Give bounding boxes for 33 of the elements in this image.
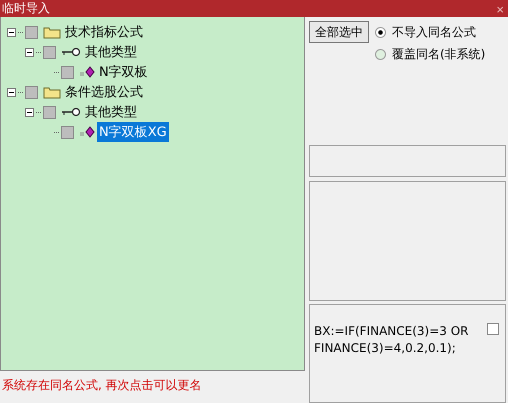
gem-icon [79, 66, 95, 78]
key-icon [61, 47, 81, 57]
collapse-icon[interactable] [7, 28, 16, 36]
tree-item[interactable]: N字双板 [97, 62, 150, 82]
checkbox[interactable] [43, 46, 56, 58]
tree-item[interactable]: N字双板XG [97, 122, 169, 142]
checkbox[interactable] [25, 86, 38, 98]
radio-button[interactable] [375, 27, 386, 38]
collapse-icon[interactable] [25, 108, 34, 116]
gem-icon [79, 126, 95, 138]
checkbox[interactable] [487, 323, 499, 335]
tree-item[interactable]: 其他类型 [83, 102, 139, 122]
tree-item[interactable]: 其他类型 [83, 42, 139, 62]
status-message: 系统存在同名公式, 再次点击可以更名 [1, 377, 203, 394]
tree-item[interactable]: 技术指标公式 [63, 22, 145, 42]
folder-icon [43, 25, 61, 39]
radio-button[interactable] [375, 49, 386, 60]
tree-item[interactable]: 条件选股公式 [63, 82, 145, 102]
checkbox[interactable] [25, 26, 38, 38]
checkbox[interactable] [43, 106, 56, 118]
checkbox[interactable] [61, 126, 74, 138]
select-all-button[interactable]: 全部选中 [309, 21, 369, 43]
key-icon [61, 107, 81, 117]
radio-label[interactable]: 不导入同名公式 [392, 24, 476, 41]
formula-line: BX:=IF(FINANCE(3)=3 OR [314, 323, 470, 340]
collapse-icon[interactable] [25, 48, 34, 56]
folder-icon [43, 85, 61, 99]
checkbox[interactable] [61, 66, 74, 78]
radio-label[interactable]: 覆盖同名(非系统) [392, 46, 486, 63]
formula-line: FINANCE(3)=4,0.2,0.1); [314, 340, 457, 357]
collapse-icon[interactable] [7, 88, 16, 96]
window-title: 临时导入 [1, 1, 50, 16]
close-button[interactable]: × [492, 4, 508, 16]
